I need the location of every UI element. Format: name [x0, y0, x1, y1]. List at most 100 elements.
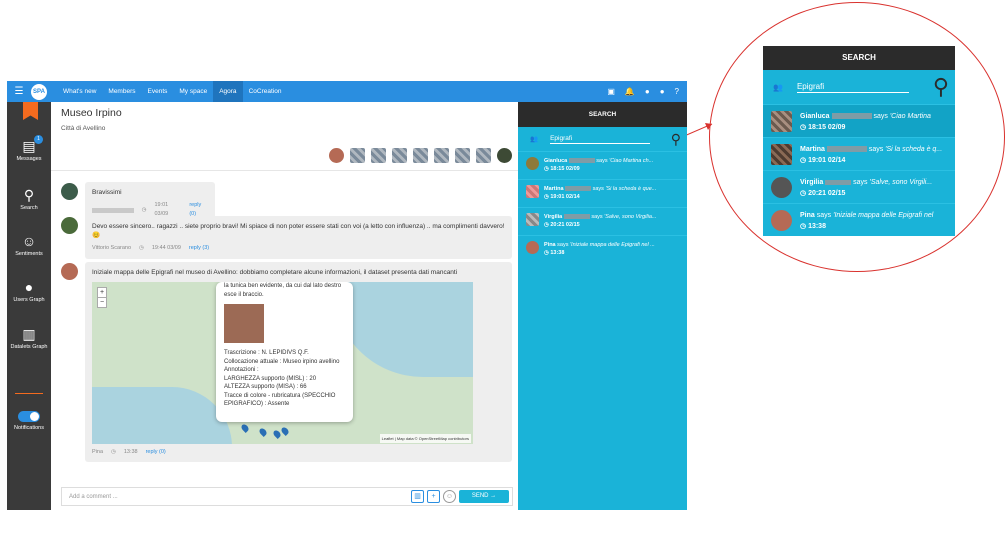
- search-result-item[interactable]: Pina says 'Iniziale mappa delle Epigrafi…: [518, 235, 687, 263]
- search-icon[interactable]: ⚲: [671, 131, 681, 148]
- sidebar-item-sentiments[interactable]: ☺ Sentiments: [7, 233, 51, 257]
- profile-icon[interactable]: ●: [660, 87, 665, 96]
- add-datalet-icon[interactable]: +: [427, 490, 440, 503]
- map-marker-icon[interactable]: [280, 426, 290, 436]
- sidebar-item-search[interactable]: ⚲ Search: [7, 187, 51, 211]
- app-logo[interactable]: SPA: [31, 83, 47, 100]
- avatar[interactable]: [392, 148, 407, 163]
- search-icon: ⚲: [23, 187, 35, 203]
- main-content: Museo Irpino Città di Avellino Bravissim…: [51, 102, 518, 510]
- sidebar-item-notifications[interactable]: Notifications: [7, 411, 51, 431]
- zoom-out-button[interactable]: −: [98, 297, 106, 307]
- zoom-search-bar[interactable]: 👥 Epigrafi ⚲: [763, 70, 955, 104]
- epigraphs-map[interactable]: + − la tunica ben evidente, da cui dal la…: [92, 282, 473, 444]
- nav-cocreation[interactable]: CoCreation: [243, 81, 288, 102]
- avatar: [526, 241, 539, 254]
- reply-link[interactable]: reply (3): [189, 244, 209, 253]
- notifications-toggle[interactable]: [18, 411, 40, 422]
- search-icon[interactable]: ⚲: [933, 74, 949, 100]
- result-quote: 'Ciao Martina: [889, 113, 931, 120]
- smile-icon: ☺: [21, 233, 37, 249]
- search-result-item[interactable]: Virgilia says 'Salve, sono Virgilia... ◷ …: [518, 207, 687, 235]
- map-marker-icon[interactable]: [258, 427, 268, 437]
- sidebar-item-users-graph[interactable]: ● Users Graph: [7, 279, 51, 303]
- blurred-surname: [831, 113, 872, 120]
- avatar: [526, 213, 539, 226]
- chat-icon[interactable]: ▣: [607, 87, 615, 96]
- avatar[interactable]: [413, 148, 428, 163]
- search-result-item[interactable]: Martina says 'Si la scheda è que... ◷ 19:…: [518, 179, 687, 207]
- bell-icon[interactable]: 🔔: [625, 87, 635, 96]
- avatar[interactable]: [434, 148, 449, 163]
- avatar[interactable]: [329, 148, 344, 163]
- chart-icon[interactable]: ▥: [411, 490, 424, 503]
- sidebar-item-datalets-graph[interactable]: ▥ Datalets Graph: [7, 326, 51, 350]
- blurred-surname: [565, 186, 592, 192]
- result-time: 13:38: [808, 223, 826, 230]
- result-time: 20:21 02/15: [550, 222, 580, 228]
- result-quote: 'Iniziale mappa delle Epigrafi nel: [833, 212, 934, 219]
- hamburger-menu-icon[interactable]: ☰: [7, 86, 31, 97]
- nav-my-space[interactable]: My space: [173, 81, 213, 102]
- result-quote: 'Ciao Martina ch...: [609, 158, 654, 164]
- popup-line: Collocazione attuale : Museo irpino avel…: [224, 358, 340, 365]
- epigraph-photo: [224, 304, 264, 343]
- emoji-icon[interactable]: ☺: [443, 490, 456, 503]
- avatar: [771, 177, 792, 198]
- nav-whats-new[interactable]: What's new: [57, 81, 102, 102]
- zoom-result-item[interactable]: Pina says 'Iniziale mappa delle Epigrafi…: [763, 203, 955, 236]
- bookmark-icon: [23, 102, 38, 120]
- avatar[interactable]: [371, 148, 386, 163]
- blurred-surname: [825, 179, 852, 185]
- avatar: [771, 144, 792, 165]
- search-query[interactable]: Epigrafi: [550, 135, 651, 144]
- avatar[interactable]: [455, 148, 470, 163]
- comment-time: 19:44 03/09: [151, 245, 181, 251]
- comment-text: Devo essere sincero.. ragazzi .. siete p…: [92, 223, 505, 239]
- sidebar-item-messages[interactable]: ▤ 1 Messages: [7, 135, 51, 162]
- avatar[interactable]: [497, 148, 512, 163]
- map-marker-icon[interactable]: [240, 423, 250, 433]
- map-zoom-control[interactable]: + −: [97, 287, 107, 308]
- left-sidebar: ▤ 1 Messages ⚲ Search ☺ Sentiments ● Use…: [7, 102, 51, 510]
- blurred-surname: [568, 158, 595, 164]
- search-result-item[interactable]: Gianluca says 'Ciao Martina ch... ◷ 18:15…: [518, 151, 687, 179]
- clock-icon: ◷: [141, 206, 147, 213]
- zoom-result-item[interactable]: Virgilia says 'Salve, sono Virgili... ◷ 2…: [763, 170, 955, 203]
- comment: Devo essere sincero.. ragazzi .. siete p…: [61, 216, 512, 259]
- comment-author: Vittorio Scarano: [92, 245, 132, 251]
- user-icon[interactable]: ●: [645, 87, 650, 96]
- avatar[interactable]: [476, 148, 491, 163]
- nav-members[interactable]: Members: [102, 81, 141, 102]
- reply-link[interactable]: reply (0): [146, 448, 166, 457]
- comment-text: Bravissimi: [92, 189, 122, 196]
- popup-line: Tracce di colore - rubricatura (SPECCHIO…: [224, 392, 336, 408]
- comment-author: Pina: [92, 449, 104, 455]
- zoom-search-query[interactable]: Epigrafi: [796, 82, 909, 93]
- nav-events[interactable]: Events: [142, 81, 174, 102]
- bar-chart-icon: ▥: [22, 326, 36, 342]
- comment-composer[interactable]: Add a comment ... ▥ + ☺ SEND →: [61, 487, 513, 506]
- popup-description: la tunica ben evidente, da cui dal lato …: [224, 283, 342, 298]
- messages-icon: ▤: [22, 138, 36, 154]
- clock-icon: ◷: [800, 190, 809, 197]
- send-button[interactable]: SEND →: [459, 490, 509, 503]
- result-time: 19:01 02/14: [808, 157, 846, 164]
- nav-agora[interactable]: Agora: [213, 81, 243, 102]
- comment: Iniziale mappa delle Epigrafi nel museo …: [61, 262, 512, 462]
- zoom-result-item[interactable]: Martina says 'Si la scheda è q... ◷ 19:01…: [763, 137, 955, 170]
- comment-input[interactable]: Add a comment ...: [69, 494, 118, 500]
- zoomed-search-panel: SEARCH 👥 Epigrafi ⚲ Gianluca says 'Ciao …: [763, 46, 955, 236]
- result-quote: 'Iniziale mappa delle Epigrafi nel ...: [570, 242, 655, 248]
- result-name: Pina: [544, 242, 556, 248]
- blurred-surname: [826, 146, 867, 153]
- clock-icon: ◷: [111, 449, 116, 455]
- map-attribution[interactable]: Leaflet | Map data © OpenStreetMap contr…: [379, 434, 471, 443]
- result-time: 19:01 02/14: [550, 194, 580, 200]
- avatar[interactable]: [350, 148, 365, 163]
- help-icon[interactable]: ?: [675, 87, 679, 96]
- zoom-in-button[interactable]: +: [98, 288, 106, 297]
- search-bar[interactable]: 👥 Epigrafi ⚲: [518, 127, 687, 151]
- group-icon: 👥: [530, 136, 539, 143]
- zoom-result-item[interactable]: Gianluca says 'Ciao Martina ◷ 18:15 02/09: [763, 104, 955, 137]
